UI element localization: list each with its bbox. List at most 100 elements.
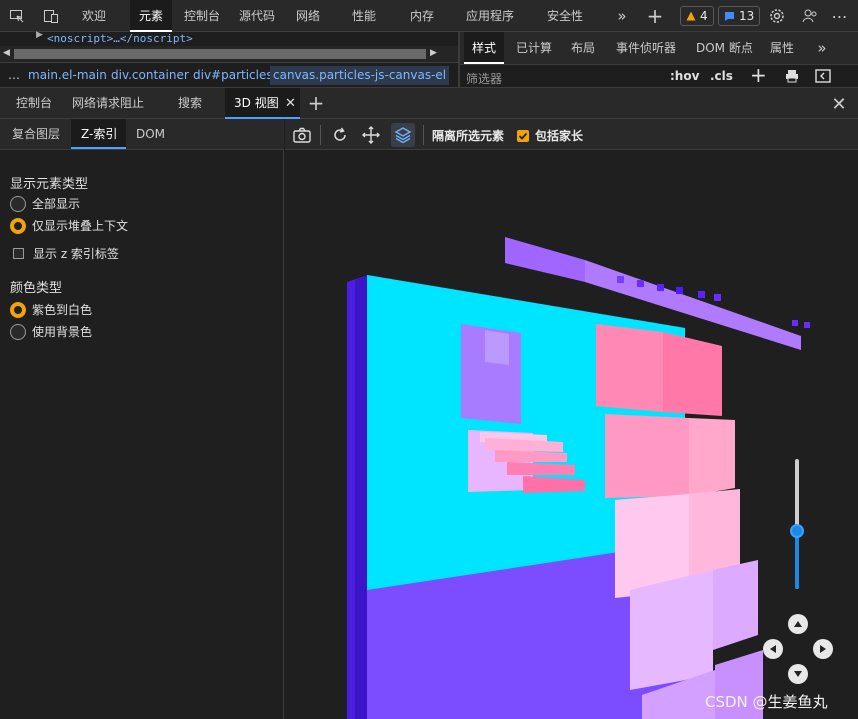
pan-left-button[interactable] bbox=[763, 639, 783, 659]
tab-dom[interactable]: DOM bbox=[136, 119, 165, 149]
warnings-badge[interactable]: 4 bbox=[680, 6, 714, 26]
layer-tile bbox=[663, 332, 722, 416]
radio-purple-to-white[interactable] bbox=[10, 301, 26, 318]
drawer-tabs: 控制台 网络请求阻止 搜索 3D 视图 ✕ + ✕ bbox=[0, 87, 858, 119]
tab-elements[interactable]: 元素 bbox=[130, 0, 173, 32]
feedback-icon[interactable] bbox=[800, 6, 820, 26]
breadcrumb-item[interactable]: main.el-main bbox=[28, 68, 107, 82]
3d-view-toolbar: 隔离所选元素 包括家长 bbox=[285, 119, 858, 150]
radio-show-all[interactable] bbox=[10, 195, 26, 212]
tab-event-listeners[interactable]: 事件侦听器 bbox=[616, 32, 676, 64]
zoom-slider-fill bbox=[795, 530, 799, 589]
pan-down-button[interactable] bbox=[788, 664, 808, 684]
reset-view-icon[interactable] bbox=[328, 123, 352, 147]
scroll-left-icon[interactable]: ◀ bbox=[3, 48, 10, 58]
scrollbar-thumb[interactable] bbox=[14, 49, 426, 59]
tab-dom-breakpoints[interactable]: DOM 断点 bbox=[696, 32, 753, 64]
radio-stacking-only[interactable] bbox=[10, 217, 26, 234]
include-parents-option[interactable]: 包括家长 bbox=[517, 127, 583, 144]
tab-sources[interactable]: 源代码 bbox=[239, 0, 275, 32]
toggle-sidebar-icon[interactable] bbox=[815, 69, 831, 86]
drawer-tab-search[interactable]: 搜索 bbox=[178, 88, 202, 119]
arrow-down-icon bbox=[794, 671, 802, 677]
zoom-slider-thumb[interactable] bbox=[790, 523, 804, 538]
tab-application[interactable]: 应用程序 bbox=[466, 0, 514, 32]
cls-toggle[interactable]: .cls bbox=[710, 69, 733, 83]
drawer-tab-console[interactable]: 控制台 bbox=[16, 88, 52, 119]
layer-edge bbox=[355, 275, 367, 719]
more-tabs-icon[interactable]: » bbox=[612, 6, 632, 26]
tab-security[interactable]: 安全性 bbox=[547, 0, 583, 32]
tab-console[interactable]: 控制台 bbox=[184, 0, 220, 32]
dom-tree: ▶ <noscript>…</noscript> bbox=[0, 30, 458, 46]
layer-tile bbox=[713, 560, 758, 650]
drawer-tab-network-request-blocking[interactable]: 网络请求阻止 bbox=[72, 88, 144, 119]
tab-composited-layers[interactable]: 复合图层 bbox=[12, 119, 60, 149]
option-show-z-labels[interactable]: 显示 z 索引标签 bbox=[10, 245, 119, 262]
device-toolbar-icon[interactable] bbox=[40, 6, 62, 26]
include-parents-checkbox[interactable] bbox=[517, 129, 529, 142]
inspect-icon[interactable] bbox=[6, 6, 28, 26]
nav-dot bbox=[676, 287, 683, 294]
drawer-tab-3d-view-label: 3D 视图 bbox=[234, 96, 279, 110]
tab-z-index[interactable]: Z-索引 bbox=[71, 119, 126, 149]
stacking-only-label: 仅显示堆叠上下文 bbox=[32, 219, 129, 233]
expand-triangle-icon[interactable]: ▶ bbox=[36, 30, 43, 40]
3d-canvas[interactable]: CSDN @生姜鱼丸 bbox=[285, 150, 858, 719]
drawer-tab-3d-view[interactable]: 3D 视图 ✕ bbox=[225, 88, 300, 119]
tab-memory[interactable]: 内存 bbox=[410, 0, 434, 32]
nav-dot bbox=[617, 276, 624, 283]
styles-pane-tabs: 样式 已计算 布局 事件侦听器 DOM 断点 属性 » bbox=[460, 32, 858, 64]
toolbar-divider bbox=[423, 125, 424, 145]
more-styles-tabs-icon[interactable]: » bbox=[812, 38, 832, 58]
tab-styles[interactable]: 样式 bbox=[464, 32, 505, 64]
show-z-labels-label: 显示 z 索引标签 bbox=[33, 247, 119, 261]
styles-filter-row: 筛选器 :hov .cls + bbox=[460, 63, 858, 87]
issues-badge[interactable]: 13 bbox=[718, 6, 761, 26]
nav-dot bbox=[698, 291, 705, 298]
breadcrumb-item[interactable]: div#particles bbox=[193, 68, 273, 82]
breadcrumb-item[interactable]: div.container bbox=[111, 68, 189, 82]
nav-dot bbox=[657, 284, 664, 291]
scroll-right-icon[interactable]: ▶ bbox=[430, 48, 437, 58]
tab-network[interactable]: 网络 bbox=[296, 0, 320, 32]
tab-computed[interactable]: 已计算 bbox=[516, 32, 552, 64]
layer-tile bbox=[605, 414, 689, 498]
add-drawer-tab-icon[interactable]: + bbox=[305, 91, 327, 115]
filter-input[interactable]: 筛选器 bbox=[466, 70, 502, 87]
element-type-heading: 显示元素类型 bbox=[10, 177, 89, 192]
breadcrumb-item-selected[interactable]: canvas.particles-js-canvas-el bbox=[270, 66, 450, 85]
tab-welcome[interactable]: 欢迎 bbox=[82, 0, 106, 32]
print-style-icon[interactable] bbox=[785, 69, 799, 86]
tab-properties[interactable]: 属性 bbox=[770, 32, 794, 64]
radio-background-color[interactable] bbox=[10, 323, 26, 340]
close-drawer-icon[interactable]: ✕ bbox=[828, 93, 850, 115]
pan-mode-icon[interactable] bbox=[359, 123, 383, 147]
screenshot-camera-icon[interactable] bbox=[290, 123, 314, 147]
include-parents-label: 包括家长 bbox=[535, 129, 584, 143]
option-purple-to-white[interactable]: 紫色到白色 bbox=[10, 301, 92, 318]
breadcrumb-ellipsis[interactable]: … bbox=[8, 68, 20, 82]
rotate-mode-icon[interactable] bbox=[391, 123, 415, 147]
hov-toggle[interactable]: :hov bbox=[670, 69, 699, 83]
option-background-color[interactable]: 使用背景色 bbox=[10, 323, 92, 340]
dom-node-noscript[interactable]: <noscript>…</noscript> bbox=[47, 32, 193, 45]
add-tab-icon[interactable]: + bbox=[645, 4, 665, 28]
isolate-selected-button[interactable]: 隔离所选元素 bbox=[432, 127, 504, 144]
dom-horizontal-scrollbar[interactable]: ◀ ▶ bbox=[0, 46, 458, 62]
option-stacking-only[interactable]: 仅显示堆叠上下文 bbox=[10, 217, 128, 234]
pan-right-button[interactable] bbox=[813, 639, 833, 659]
close-tab-icon[interactable]: ✕ bbox=[285, 88, 296, 119]
tab-performance[interactable]: 性能 bbox=[352, 0, 376, 32]
more-options-icon[interactable]: ⋯ bbox=[830, 6, 850, 26]
option-show-all[interactable]: 全部显示 bbox=[10, 195, 80, 212]
new-style-rule-icon[interactable]: + bbox=[750, 63, 767, 87]
layer-card-inner bbox=[485, 330, 509, 365]
checkbox-show-z-labels[interactable] bbox=[13, 248, 24, 259]
pan-up-button[interactable] bbox=[788, 614, 808, 634]
tab-layout[interactable]: 布局 bbox=[571, 32, 595, 64]
settings-gear-icon[interactable] bbox=[767, 6, 787, 26]
view-mode-tabs: 复合图层 Z-索引 DOM bbox=[0, 119, 284, 150]
3d-scene[interactable] bbox=[285, 150, 858, 719]
warning-icon bbox=[686, 11, 696, 21]
